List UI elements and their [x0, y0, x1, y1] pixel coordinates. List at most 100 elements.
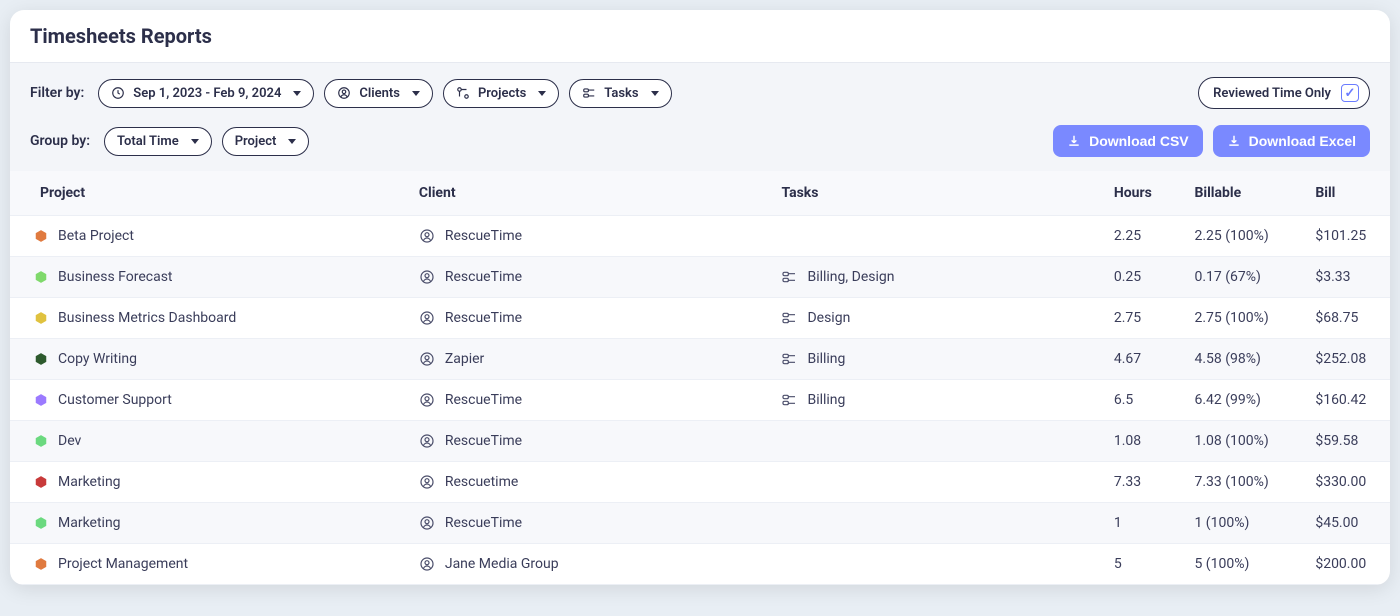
- project-name: Marketing: [58, 474, 121, 490]
- project-color-icon: [34, 434, 48, 448]
- chevron-down-icon: [651, 91, 659, 96]
- client-name: RescueTime: [445, 392, 522, 408]
- tasks-text: Design: [807, 310, 850, 326]
- client-name: Zapier: [445, 351, 484, 367]
- group-total-time[interactable]: Total Time: [104, 127, 212, 156]
- tasks-text: Billing: [807, 392, 845, 408]
- reviewed-time-toggle[interactable]: Reviewed Time Only ✓: [1198, 77, 1370, 109]
- col-header-billable[interactable]: Billable: [1178, 171, 1299, 216]
- table-row[interactable]: DevRescueTime1.081.08 (100%)$59.58: [10, 421, 1390, 462]
- client-name: RescueTime: [445, 228, 522, 244]
- table-row[interactable]: Business ForecastRescueTimeBilling, Desi…: [10, 257, 1390, 298]
- clients-filter-label: Clients: [359, 86, 400, 101]
- chevron-down-icon: [538, 91, 546, 96]
- clients-filter[interactable]: Clients: [324, 79, 433, 108]
- title-bar: Timesheets Reports: [10, 10, 1390, 63]
- project-name: Customer Support: [58, 392, 172, 408]
- table-row[interactable]: Business Metrics Dashboard RescueTime Desi…: [10, 298, 1390, 339]
- download-csv-button[interactable]: Download CSV: [1053, 125, 1203, 157]
- hours-value: 1: [1098, 503, 1179, 544]
- table-header: Project Client Tasks Hours Billable Bill: [10, 171, 1390, 216]
- table-row[interactable]: Customer Support RescueTime Billing 6.56.42…: [10, 380, 1390, 421]
- client-name: Jane Media Group: [445, 556, 559, 572]
- hours-value: 6.5: [1098, 380, 1179, 421]
- group-project-label: Project: [235, 134, 277, 149]
- tasks-text: Billing: [807, 351, 845, 367]
- group-project[interactable]: Project: [222, 127, 310, 156]
- client-name: RescueTime: [445, 310, 522, 326]
- date-range-text: Sep 1, 2023 - Feb 9, 2024: [133, 86, 281, 101]
- project-name: Business Metrics Dashboard: [58, 310, 236, 326]
- tasks-filter[interactable]: Tasks: [569, 79, 671, 108]
- project-color-icon: [34, 270, 48, 284]
- reviewed-checkbox: ✓: [1341, 84, 1359, 102]
- hours-value: 2.25: [1098, 216, 1179, 257]
- billable-value: 0.17 (67%): [1178, 257, 1299, 298]
- project-color-icon: [34, 557, 48, 571]
- billable-value: 6.42 (99%): [1178, 380, 1299, 421]
- table-row[interactable]: Project ManagementJane Media Group55 (10…: [10, 544, 1390, 585]
- download-icon: [1067, 134, 1081, 148]
- chevron-down-icon: [191, 139, 199, 144]
- person-icon: [419, 310, 435, 326]
- projects-icon: [456, 86, 470, 100]
- download-excel-label: Download Excel: [1249, 133, 1356, 149]
- billable-value: 4.58 (98%): [1178, 339, 1299, 380]
- table-row[interactable]: MarketingRescueTime11 (100%)$45.00: [10, 503, 1390, 544]
- col-header-bill[interactable]: Bill: [1299, 171, 1390, 216]
- hours-value: 2.75: [1098, 298, 1179, 339]
- bill-value: $200.00: [1299, 544, 1390, 585]
- person-icon: [419, 556, 435, 572]
- tasks-icon: [781, 392, 797, 408]
- col-header-project[interactable]: Project: [10, 171, 403, 216]
- tasks-filter-label: Tasks: [604, 86, 638, 101]
- app-window: Timesheets Reports Filter by: Sep 1, 202…: [10, 10, 1390, 585]
- reviewed-time-label: Reviewed Time Only: [1213, 86, 1331, 101]
- col-header-client[interactable]: Client: [403, 171, 766, 216]
- col-header-tasks[interactable]: Tasks: [765, 171, 1097, 216]
- project-color-icon: [34, 393, 48, 407]
- col-header-hours[interactable]: Hours: [1098, 171, 1179, 216]
- tasks-icon: [781, 351, 797, 367]
- bill-value: $252.08: [1299, 339, 1390, 380]
- billable-value: 1.08 (100%): [1178, 421, 1299, 462]
- group-total-label: Total Time: [117, 134, 179, 149]
- client-name: Rescuetime: [445, 474, 518, 490]
- table-row[interactable]: MarketingRescuetime7.337.33 (100%)$330.0…: [10, 462, 1390, 503]
- table-row[interactable]: Copy WritingZapierBilling4.674.58 (98%)$…: [10, 339, 1390, 380]
- group-by-label: Group by:: [30, 133, 90, 149]
- hours-value: 1.08: [1098, 421, 1179, 462]
- projects-filter[interactable]: Projects: [443, 79, 559, 108]
- client-name: RescueTime: [445, 433, 522, 449]
- page-title: Timesheets Reports: [30, 24, 1370, 48]
- project-name: Business Forecast: [58, 269, 173, 285]
- project-color-icon: [34, 475, 48, 489]
- bill-value: $330.00: [1299, 462, 1390, 503]
- projects-filter-label: Projects: [478, 86, 526, 101]
- bill-value: $45.00: [1299, 503, 1390, 544]
- person-icon: [419, 392, 435, 408]
- bill-value: $101.25: [1299, 216, 1390, 257]
- download-csv-label: Download CSV: [1089, 133, 1189, 149]
- group-bar: Group by: Total Time Project Download CS…: [10, 119, 1390, 171]
- table-row[interactable]: Beta ProjectRescueTime2.252.25 (100%)$10…: [10, 216, 1390, 257]
- billable-value: 1 (100%): [1178, 503, 1299, 544]
- table-body: Beta ProjectRescueTime2.252.25 (100%)$10…: [10, 216, 1390, 585]
- download-excel-button[interactable]: Download Excel: [1213, 125, 1370, 157]
- project-name: Copy Writing: [58, 351, 137, 367]
- chevron-down-icon: [293, 91, 301, 96]
- person-icon: [419, 351, 435, 367]
- person-icon: [337, 86, 351, 100]
- chevron-down-icon: [288, 139, 296, 144]
- hours-value: 0.25: [1098, 257, 1179, 298]
- hours-value: 5: [1098, 544, 1179, 585]
- client-name: RescueTime: [445, 515, 522, 531]
- bill-value: $160.42: [1299, 380, 1390, 421]
- bill-value: $68.75: [1299, 298, 1390, 339]
- project-color-icon: [34, 229, 48, 243]
- tasks-icon: [781, 310, 797, 326]
- bill-value: $3.33: [1299, 257, 1390, 298]
- date-range-filter[interactable]: Sep 1, 2023 - Feb 9, 2024: [98, 79, 314, 108]
- chevron-down-icon: [412, 91, 420, 96]
- bill-value: $59.58: [1299, 421, 1390, 462]
